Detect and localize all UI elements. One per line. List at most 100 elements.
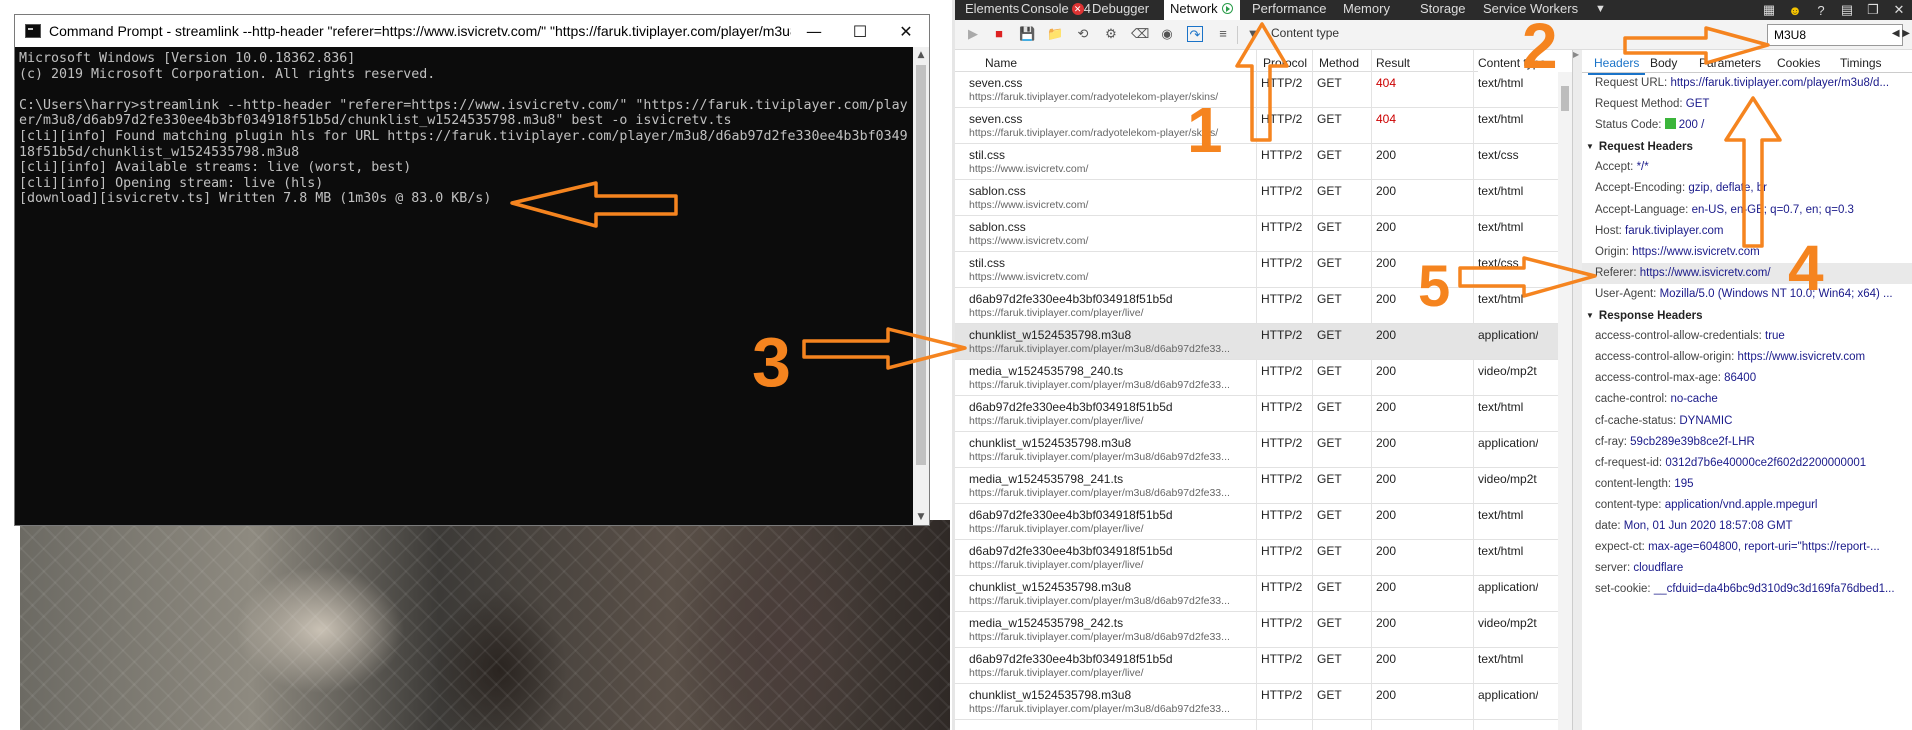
tab-debugger[interactable]: Debugger xyxy=(1092,0,1149,20)
col-protocol[interactable]: Protocol xyxy=(1263,56,1307,70)
header-row[interactable]: Accept-Language: en-US, en-GB; q=0.7, en… xyxy=(1582,200,1912,221)
header-row[interactable]: cache-control: no-cache xyxy=(1582,389,1912,410)
tab-service-workers[interactable]: Service Workers xyxy=(1483,0,1578,20)
table-row[interactable]: sablon.css https://www.isvicretv.com/HTTP… xyxy=(955,216,1558,252)
undock-icon[interactable]: ❐ xyxy=(1860,2,1886,18)
clear-cache-icon[interactable]: ⚙ xyxy=(1103,26,1119,42)
feedback-smiley-icon[interactable]: ☻ xyxy=(1782,3,1808,18)
header-key: server: xyxy=(1595,562,1631,575)
header-value[interactable]: https://faruk.tiviplayer.com/player/m3u8… xyxy=(1670,77,1889,89)
col-content-type[interactable]: Content type xyxy=(1478,56,1558,70)
tab-timings[interactable]: Timings xyxy=(1840,56,1882,70)
table-row[interactable]: stil.css https://www.isvicretv.com/HTTP/2… xyxy=(955,144,1558,180)
col-result[interactable]: Result xyxy=(1376,56,1410,70)
clear-entries-icon[interactable]: ⌫ xyxy=(1131,26,1149,42)
tab-performance[interactable]: Performance xyxy=(1252,0,1326,20)
header-row[interactable]: Host: faruk.tiviplayer.com xyxy=(1582,221,1912,242)
header-row[interactable]: User-Agent: Mozilla/5.0 (Windows NT 10.0… xyxy=(1582,284,1912,305)
tab-body[interactable]: Body xyxy=(1650,56,1677,70)
always-refresh-icon[interactable]: ⟲ xyxy=(1075,26,1091,42)
dock-bottom-icon[interactable]: ▤ xyxy=(1834,2,1860,18)
table-row[interactable]: d6ab97d2fe330ee4b3bf034918f51b5d https://… xyxy=(955,648,1558,684)
save-icon[interactable]: 💾 xyxy=(1019,26,1035,42)
header-row[interactable]: access-control-allow-credentials: true xyxy=(1582,326,1912,347)
header-value: faruk.tiviplayer.com xyxy=(1625,224,1724,237)
table-row[interactable]: media_w1524535798_240.ts https://faruk.ti… xyxy=(955,360,1558,396)
cmd-scrollbar[interactable]: ▲ ▼ xyxy=(913,47,929,525)
header-row[interactable]: content-length: 195 xyxy=(1582,474,1912,495)
header-row[interactable]: cf-ray: 59cb289e39b8ce2f-LHR xyxy=(1582,432,1912,453)
network-list-scrollbar[interactable] xyxy=(1558,72,1572,730)
command-prompt-window[interactable]: Command Prompt - streamlink --http-heade… xyxy=(14,14,930,526)
table-row[interactable]: media_w1524535798_241.ts https://faruk.ti… xyxy=(955,468,1558,504)
cmd-titlebar[interactable]: Command Prompt - streamlink --http-heade… xyxy=(15,15,929,47)
help-icon[interactable]: ? xyxy=(1808,3,1834,18)
table-row[interactable]: media_w1524535798_242.ts https://faruk.ti… xyxy=(955,612,1558,648)
tab-elements[interactable]: Elements xyxy=(965,0,1019,20)
devtools-close-icon[interactable]: ✕ xyxy=(1886,2,1912,18)
request-name: media_w1524535798_240.ts xyxy=(969,364,1124,378)
table-row[interactable]: sablon.css https://www.isvicretv.com/HTTP… xyxy=(955,180,1558,216)
cmd-console[interactable]: Microsoft Windows [Version 10.0.18362.83… xyxy=(15,47,929,525)
table-row[interactable]: seven.css https://faruk.tiviplayer.com/ra… xyxy=(955,108,1558,144)
tab-headers[interactable]: Headers xyxy=(1587,56,1646,75)
scrollbar-thumb[interactable] xyxy=(1561,86,1569,111)
table-row[interactable]: chunklist_w1524535798.m3u8 https://faruk.… xyxy=(955,324,1558,360)
header-row[interactable]: access-control-max-age: 86400 xyxy=(1582,368,1912,389)
scroll-up-icon[interactable]: ▲ xyxy=(913,47,929,63)
tab-console[interactable]: Console ✕ 4 xyxy=(1021,0,1091,20)
header-row[interactable]: Referer: https://www.isvicretv.com/ xyxy=(1582,262,1912,284)
response-headers-section[interactable]: ▼ Response Headers xyxy=(1582,305,1912,326)
tab-parameters[interactable]: Parameters xyxy=(1699,56,1761,70)
more-tabs-icon[interactable]: ▼ xyxy=(1595,0,1606,20)
network-search-input[interactable] xyxy=(1767,24,1903,46)
header-row[interactable]: Origin: https://www.isvicretv.com xyxy=(1582,242,1912,263)
table-row[interactable]: d6ab97d2fe330ee4b3bf034918f51b5d https://… xyxy=(955,540,1558,576)
table-row[interactable]: d6ab97d2fe330ee4b3bf034918f51b5d https://… xyxy=(955,504,1558,540)
table-row[interactable]: stil.css https://www.isvicretv.com/HTTP/2… xyxy=(955,252,1558,288)
header-row[interactable]: expect-ct: max-age=604800, report-uri="h… xyxy=(1582,537,1912,558)
table-row[interactable]: chunklist_w1524535798.m3u8 https://faruk.… xyxy=(955,684,1558,720)
cookie-icon[interactable]: ◉ xyxy=(1159,26,1175,42)
header-row[interactable]: cf-request-id: 0312d7b6e40000ce2f602d220… xyxy=(1582,453,1912,474)
request-method: GET xyxy=(1317,688,1342,702)
stop-recording-icon[interactable]: ■ xyxy=(991,26,1007,42)
filter-icon[interactable]: ▼ xyxy=(1245,26,1261,42)
close-button[interactable]: ✕ xyxy=(883,15,929,47)
collapse-pane-icon[interactable]: ▶ xyxy=(1573,50,1579,59)
header-row[interactable]: access-control-allow-origin: https://www… xyxy=(1582,347,1912,368)
import-icon[interactable]: 📁 xyxy=(1047,26,1063,42)
request-method: GET xyxy=(1317,652,1342,666)
request-protocol: HTTP/2 xyxy=(1261,472,1303,486)
content-type-filter[interactable]: Content type xyxy=(1271,26,1339,40)
tab-network[interactable]: Network xyxy=(1164,0,1240,20)
table-row[interactable]: chunklist_w1524535798.m3u8 https://faruk.… xyxy=(955,576,1558,612)
table-row[interactable]: chunklist_w1524535798.m3u8 https://faruk.… xyxy=(955,432,1558,468)
auto-scroll-icon[interactable]: ↷ xyxy=(1187,26,1203,42)
clear-on-navigate-icon[interactable]: ≡ xyxy=(1215,26,1231,42)
scrollbar-thumb[interactable] xyxy=(916,65,926,465)
pane-splitter[interactable]: ▶ xyxy=(1572,50,1582,730)
header-row[interactable]: cf-cache-status: DYNAMIC xyxy=(1582,411,1912,432)
table-row[interactable]: seven.css https://faruk.tiviplayer.com/ra… xyxy=(955,72,1558,108)
console-toggle-icon[interactable]: ▦ xyxy=(1756,2,1782,18)
tab-cookies[interactable]: Cookies xyxy=(1777,56,1820,70)
header-row[interactable]: date: Mon, 01 Jun 2020 18:57:08 GMT xyxy=(1582,516,1912,537)
table-row[interactable]: d6ab97d2fe330ee4b3bf034918f51b5d https://… xyxy=(955,288,1558,324)
tab-storage[interactable]: Storage xyxy=(1420,0,1466,20)
col-method[interactable]: Method xyxy=(1319,56,1359,70)
header-row[interactable]: set-cookie: __cfduid=da4b6bc9d310d9c3d16… xyxy=(1582,579,1912,600)
col-name[interactable]: Name xyxy=(985,56,1017,70)
table-row[interactable]: d6ab97d2fe330ee4b3bf034918f51b5d https://… xyxy=(955,396,1558,432)
minimize-button[interactable]: — xyxy=(791,15,837,47)
header-row[interactable]: content-type: application/vnd.apple.mpeg… xyxy=(1582,495,1912,516)
play-icon[interactable]: ▶ xyxy=(965,26,981,42)
tab-memory[interactable]: Memory xyxy=(1343,0,1390,20)
header-row[interactable]: server: cloudflare xyxy=(1582,558,1912,579)
header-row[interactable]: Accept: */* xyxy=(1582,157,1912,178)
header-row[interactable]: Accept-Encoding: gzip, deflate, br xyxy=(1582,178,1912,199)
maximize-button[interactable]: ☐ xyxy=(837,15,883,47)
search-nav-arrows-icon[interactable]: ◀ ▶ xyxy=(1892,28,1910,39)
request-headers-section[interactable]: ▼ Request Headers xyxy=(1582,136,1912,157)
scroll-down-icon[interactable]: ▼ xyxy=(913,509,929,525)
